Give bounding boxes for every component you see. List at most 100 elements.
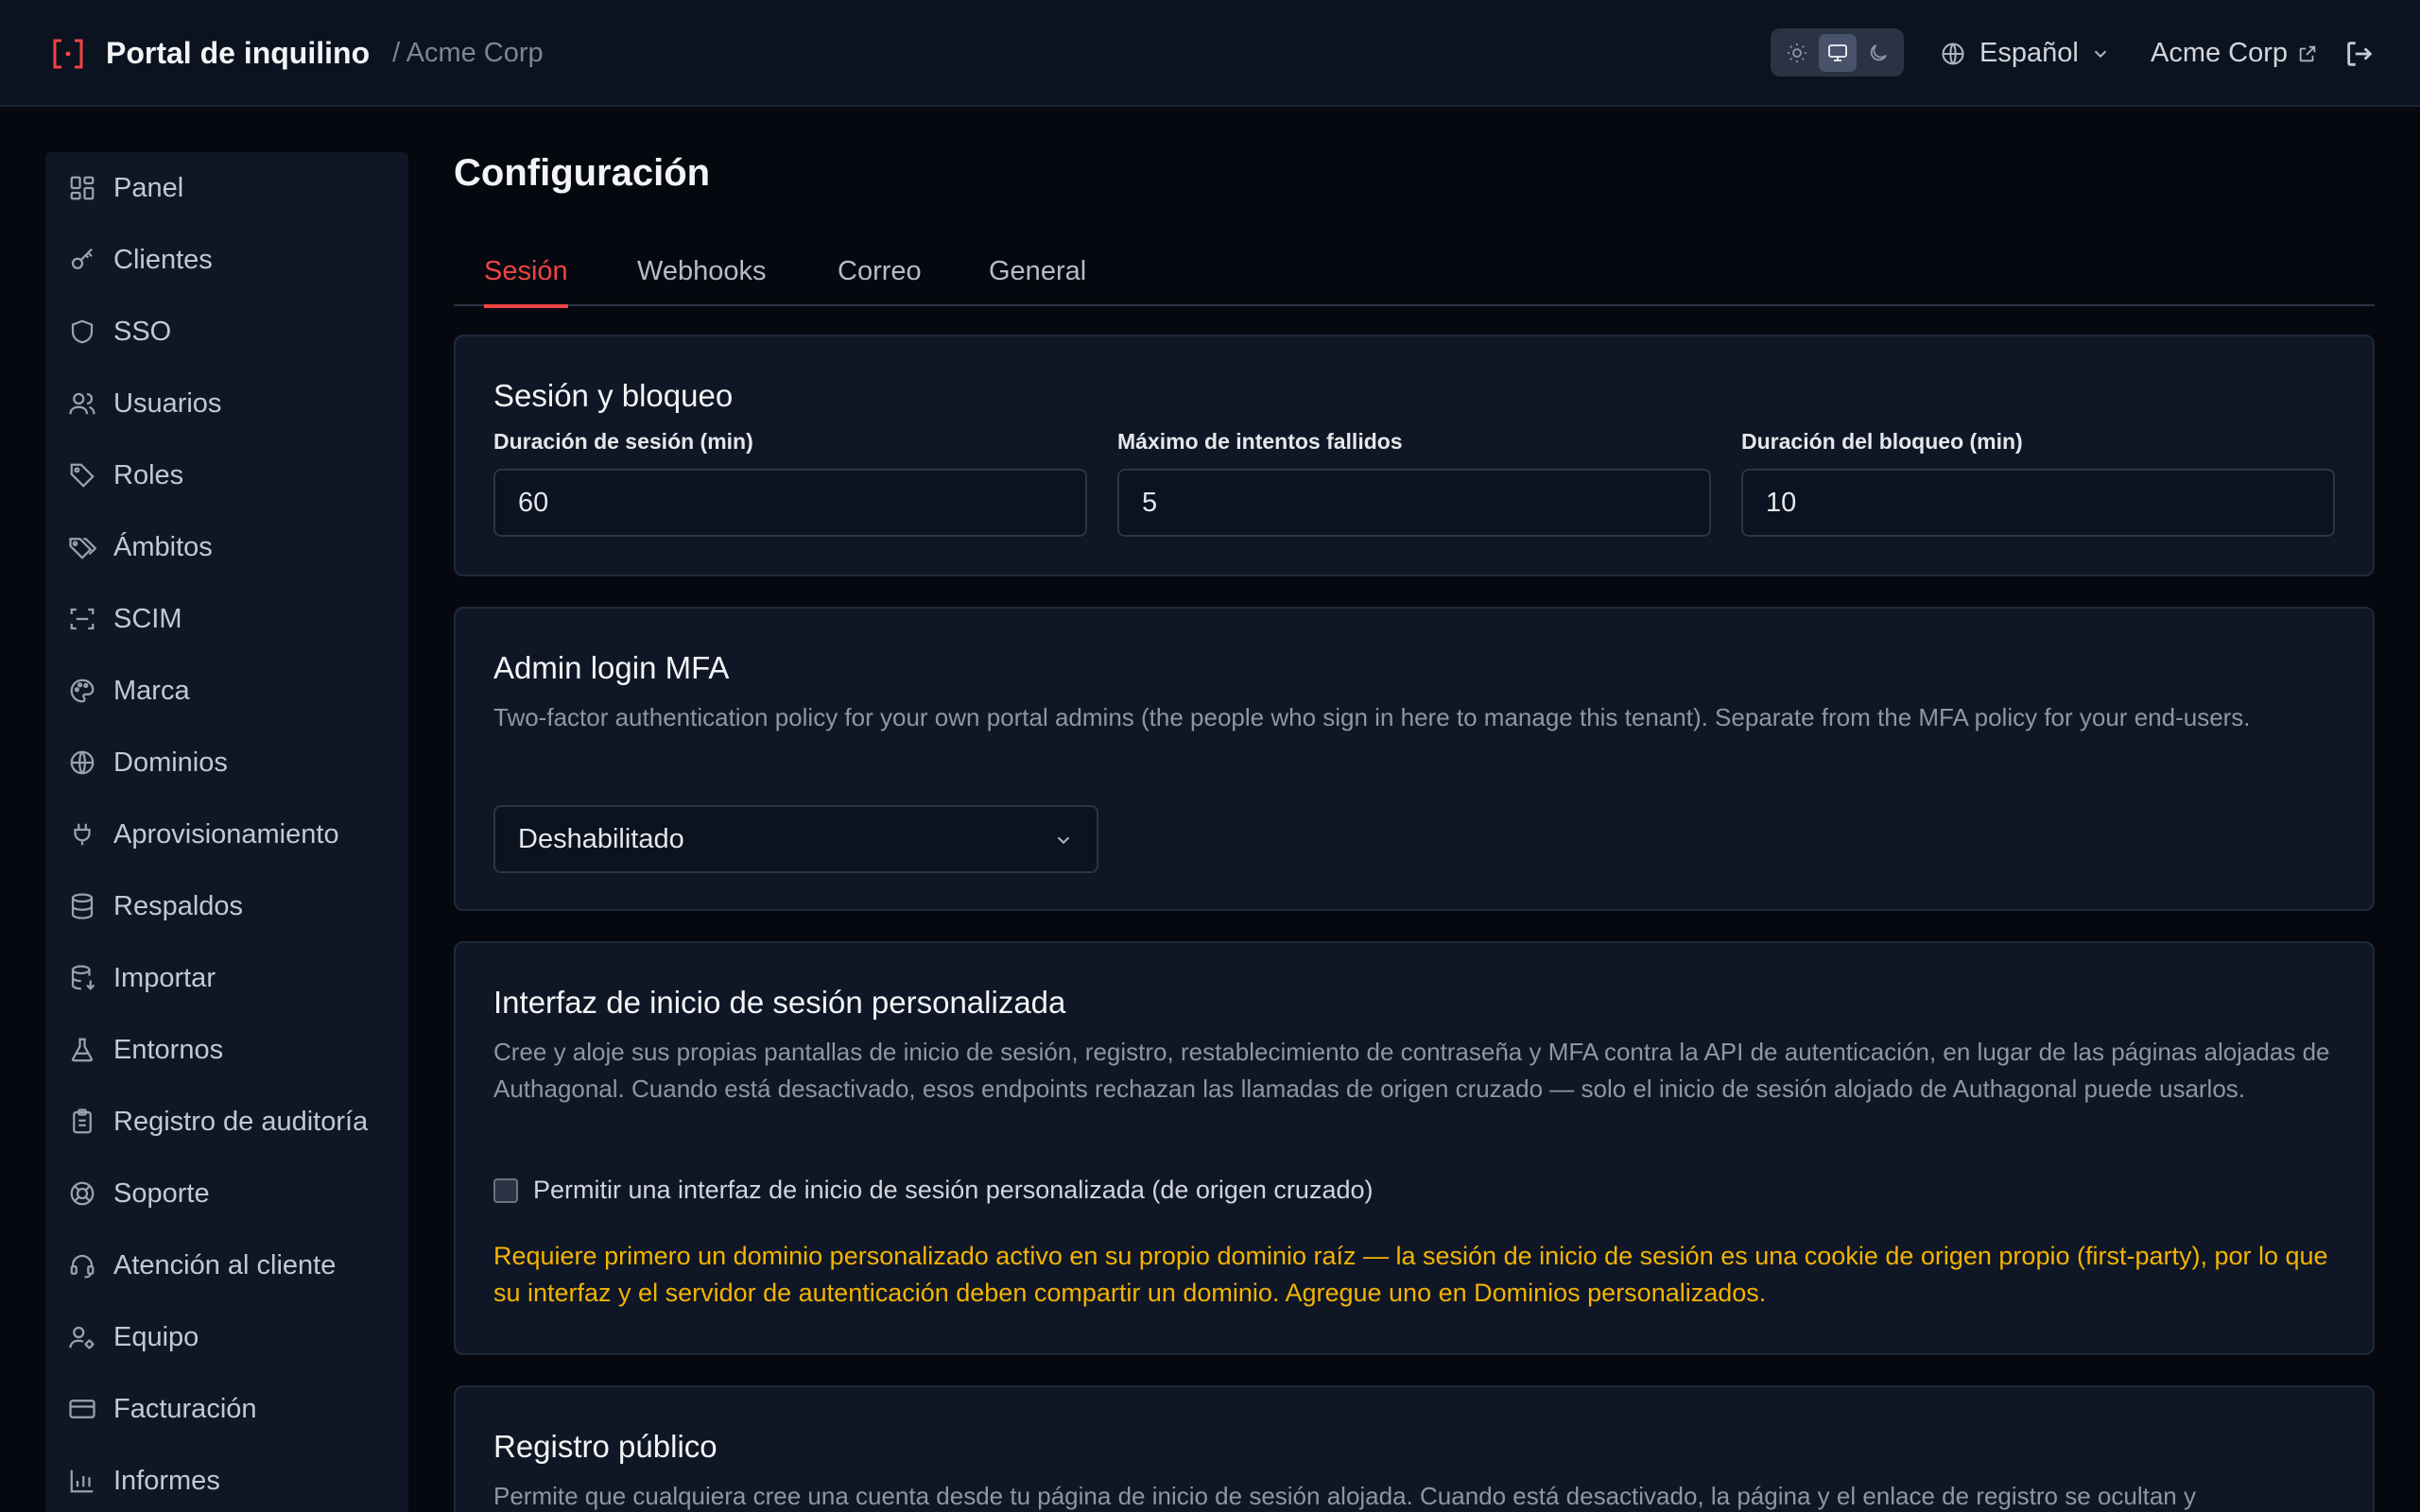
sun-icon bbox=[1787, 43, 1806, 62]
sidebar-item-informes[interactable]: Informes bbox=[45, 1445, 408, 1512]
brand-logo-icon bbox=[53, 39, 83, 68]
sidebar-item-label: Roles bbox=[113, 459, 184, 490]
tenant-breadcrumb: / Acme Corp bbox=[392, 38, 544, 68]
admin-mfa-card: Admin login MFA Two-factor authenticatio… bbox=[454, 607, 2375, 911]
sidebar-item-ambitos[interactable]: Ámbitos bbox=[45, 511, 408, 583]
sidebar-item-atencion-al-cliente[interactable]: Atención al cliente bbox=[45, 1229, 408, 1301]
sidebar-item-aprovisionamiento[interactable]: Aprovisionamiento bbox=[45, 799, 408, 870]
users-icon bbox=[69, 392, 95, 415]
public-registration-title: Registro público bbox=[493, 1429, 717, 1464]
sidebar-item-label: Facturación bbox=[113, 1393, 257, 1424]
lockout-duration-label: Duración del bloqueo (min) bbox=[1741, 429, 2023, 454]
plug-icon bbox=[74, 823, 91, 846]
custom-login-checkbox[interactable] bbox=[493, 1177, 518, 1203]
sidebar-item-label: Aprovisionamiento bbox=[113, 818, 339, 850]
sidebar-item-label: Clientes bbox=[113, 244, 213, 275]
top-bar: Portal de inquilino / Acme Corp Español … bbox=[0, 0, 2420, 107]
mfa-policy-select[interactable]: Deshabilitado bbox=[493, 805, 1098, 873]
sidebar-item-label: Registro de auditoría bbox=[113, 1106, 369, 1137]
sidebar-item-marca[interactable]: Marca bbox=[45, 655, 408, 727]
sidebar-item-soporte[interactable]: Soporte bbox=[45, 1158, 408, 1229]
sidebar-item-panel[interactable]: Panel bbox=[45, 152, 408, 224]
custom-login-checkbox-row[interactable]: Permitir una interfaz de inicio de sesió… bbox=[493, 1176, 1373, 1205]
sidebar-item-scim[interactable]: SCIM bbox=[45, 583, 408, 655]
sidebar-item-respaldos[interactable]: Respaldos bbox=[45, 870, 408, 942]
tab-general[interactable]: General bbox=[989, 236, 1086, 306]
sidebar-item-facturacion[interactable]: Facturación bbox=[45, 1373, 408, 1445]
mfa-card-title: Admin login MFA bbox=[493, 650, 730, 685]
custom-login-checkbox-label: Permitir una interfaz de inicio de sesió… bbox=[533, 1176, 1374, 1204]
sidebar-item-label: Ámbitos bbox=[113, 531, 213, 562]
sidebar-item-label: Dominios bbox=[113, 747, 228, 778]
tags-icon bbox=[69, 538, 96, 559]
user-gear-icon bbox=[69, 1326, 95, 1349]
globe-icon bbox=[70, 750, 95, 775]
system-theme-button[interactable] bbox=[1818, 33, 1857, 72]
page-title: Configuración bbox=[454, 152, 711, 194]
globe-icon bbox=[1942, 42, 1964, 65]
sidebar-item-sso[interactable]: SSO bbox=[45, 296, 408, 368]
public-registration-description: Permite que cualquiera cree una cuenta d… bbox=[493, 1482, 2196, 1510]
tab-sesion[interactable]: Sesión bbox=[484, 236, 568, 308]
tab-webhooks[interactable]: Webhooks bbox=[637, 236, 767, 306]
database-icon bbox=[71, 893, 94, 919]
light-theme-button[interactable] bbox=[1778, 34, 1816, 72]
custom-login-description: Cree y aloje sus propias pantallas de in… bbox=[493, 1038, 2330, 1103]
shield-icon bbox=[71, 319, 94, 344]
monitor-icon bbox=[1827, 43, 1847, 61]
logout-icon[interactable] bbox=[2343, 38, 2376, 70]
scan-icon bbox=[70, 608, 95, 630]
flask-icon bbox=[71, 1038, 94, 1062]
sidebar-item-equipo[interactable]: Equipo bbox=[45, 1301, 408, 1373]
tag-icon bbox=[70, 463, 95, 488]
sidebar-item-label: Atención al cliente bbox=[113, 1249, 337, 1280]
sidebar-item-registro-de-auditoria[interactable]: Registro de auditoría bbox=[45, 1086, 408, 1158]
sidebar-item-roles[interactable]: Roles bbox=[45, 439, 408, 511]
sidebar: Panel Clientes SSO Usuarios Roles Ámbito… bbox=[45, 152, 408, 1512]
dashboard-icon bbox=[70, 176, 95, 200]
session-duration-input[interactable]: 60 bbox=[493, 469, 1087, 537]
mfa-policy-value: Deshabilitado bbox=[518, 823, 684, 854]
language-label: Español bbox=[1979, 38, 2079, 68]
mfa-card-description: Two-factor authentication policy for you… bbox=[493, 703, 2251, 731]
custom-login-card-title: Interfaz de inicio de sesión personaliza… bbox=[493, 985, 1066, 1020]
sidebar-item-dominios[interactable]: Dominios bbox=[45, 727, 408, 799]
tab-correo[interactable]: Correo bbox=[838, 236, 922, 306]
database-import-icon bbox=[71, 965, 95, 990]
key-icon bbox=[71, 248, 93, 269]
session-lockout-card: Sesión y bloqueo Duración de sesión (min… bbox=[454, 335, 2375, 576]
lockout-duration-input[interactable]: 10 bbox=[1741, 469, 2335, 537]
sidebar-item-usuarios[interactable]: Usuarios bbox=[45, 368, 408, 439]
sidebar-item-clientes[interactable]: Clientes bbox=[45, 224, 408, 296]
brand[interactable]: Portal de inquilino / Acme Corp bbox=[49, 0, 544, 107]
sidebar-item-label: SSO bbox=[113, 316, 172, 347]
organization-link[interactable]: Acme Corp bbox=[2151, 0, 2318, 107]
palette-icon bbox=[70, 679, 95, 703]
sidebar-item-label: Usuarios bbox=[113, 387, 222, 419]
session-duration-label: Duración de sesión (min) bbox=[493, 429, 753, 454]
bar-chart-icon bbox=[70, 1469, 94, 1493]
sidebar-item-entornos[interactable]: Entornos bbox=[45, 1014, 408, 1086]
credit-card-icon bbox=[69, 1400, 95, 1418]
chevron-down-icon bbox=[2094, 50, 2107, 58]
lifebuoy-icon bbox=[70, 1181, 95, 1206]
chevron-down-icon bbox=[1057, 836, 1070, 845]
sidebar-item-label: Respaldos bbox=[113, 890, 244, 921]
public-registration-card: Registro público Permite que cualquiera … bbox=[454, 1385, 2375, 1512]
language-selector[interactable]: Español bbox=[1940, 0, 2111, 107]
max-failed-attempts-input[interactable]: 5 bbox=[1117, 469, 1711, 537]
custom-login-warning: Requiere primero un dominio personalizad… bbox=[493, 1242, 2328, 1307]
sidebar-item-label: Marca bbox=[113, 675, 190, 706]
sidebar-item-label: SCIM bbox=[113, 603, 182, 634]
dark-theme-button[interactable] bbox=[1859, 34, 1897, 72]
sidebar-item-label: Panel bbox=[113, 172, 184, 203]
clipboard-icon bbox=[73, 1108, 92, 1134]
theme-switcher bbox=[1771, 28, 1904, 77]
max-failed-attempts-label: Máximo de intentos fallidos bbox=[1117, 429, 1403, 454]
settings-tabs: Sesión Webhooks Correo General bbox=[454, 236, 2375, 308]
organization-label: Acme Corp bbox=[2151, 38, 2289, 68]
sidebar-item-label: Informes bbox=[113, 1465, 220, 1496]
sidebar-item-label: Soporte bbox=[113, 1177, 210, 1209]
external-link-icon bbox=[2299, 45, 2316, 61]
sidebar-item-importar[interactable]: Importar bbox=[45, 942, 408, 1014]
